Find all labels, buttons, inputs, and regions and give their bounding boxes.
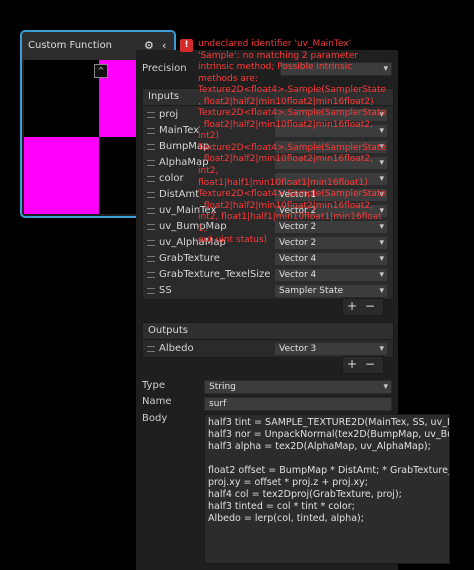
collapse-preview-button[interactable]: ^ [94, 64, 108, 78]
error-line: float1|half1|min10float1|min16float1) [198, 177, 368, 188]
input-row[interactable]: SS Sampler State [143, 282, 393, 298]
drag-handle-icon[interactable] [147, 240, 155, 246]
type-dropdown[interactable]: String [204, 380, 392, 394]
input-name[interactable]: proj [159, 109, 178, 120]
drag-handle-icon[interactable] [147, 144, 155, 150]
error-icon: ! [180, 39, 193, 52]
preview-tile [24, 60, 99, 137]
input-name[interactable]: MainTex [159, 125, 199, 136]
input-row[interactable]: GrabTexture_TexelSize Vector 4 [143, 266, 393, 282]
outputs-header: Outputs [143, 323, 393, 340]
drag-handle-icon[interactable] [147, 272, 155, 278]
name-label: Name [142, 396, 172, 407]
remove-output-button[interactable]: − [361, 357, 379, 372]
error-line: Texture2D<float4>.Sample(SamplerState [198, 85, 387, 96]
input-name[interactable]: GrabTexture [159, 253, 220, 264]
body-code-editor[interactable]: half3 tint = SAMPLE_TEXTURE2D(MainTex, S… [204, 414, 450, 564]
input-type-dropdown[interactable]: Vector 4 [274, 252, 388, 266]
error-line: , float2|half2|min10float2|min16float2) [198, 96, 374, 107]
outputs-add-remove: + − [342, 356, 384, 374]
error-line: int2) [198, 131, 219, 142]
input-name[interactable]: GrabTexture_TexelSize [159, 269, 270, 280]
error-message: undeclared identifier 'uv_MainTex' 'Sampl… [198, 39, 386, 247]
add-input-button[interactable]: + [343, 299, 361, 314]
type-label: Type [142, 380, 165, 391]
drag-handle-icon[interactable] [147, 192, 155, 198]
body-label: Body [142, 413, 168, 424]
error-line: Texture2D<float4>.Sample(SamplerState [198, 189, 387, 200]
output-name[interactable]: Albedo [159, 343, 194, 354]
code-line: proj.xy = offset * proj.z + proj.xy; [208, 477, 368, 488]
drag-handle-icon[interactable] [147, 346, 155, 352]
drag-handle-icon[interactable] [147, 176, 155, 182]
name-input[interactable]: surf [204, 397, 392, 411]
drag-handle-icon[interactable] [147, 256, 155, 262]
error-line: , float2|half2|min10float2|min16float2, [198, 200, 373, 211]
precision-label: Precision [142, 63, 187, 74]
code-line: half4 col = tex2Dproj(GrabTexture, proj)… [208, 489, 402, 500]
error-line: out uint status) [198, 235, 268, 246]
drag-handle-icon[interactable] [147, 128, 155, 134]
code-line: Albedo = lerp(col, tinted, alpha); [208, 513, 364, 524]
output-type-dropdown[interactable]: Vector 3 [274, 342, 388, 356]
input-name[interactable]: DistAmt [159, 189, 199, 200]
code-line: half3 nor = UnpackNormal(tex2D(BumpMap, … [208, 429, 450, 440]
drag-handle-icon[interactable] [147, 288, 155, 294]
error-line: Texture2D<float4>.Sample(SamplerState [198, 142, 387, 153]
output-row[interactable]: Albedo Vector 3 [143, 340, 393, 356]
preview-tile [24, 137, 99, 214]
drag-handle-icon[interactable] [147, 224, 155, 230]
drag-handle-icon[interactable] [147, 112, 155, 118]
error-line: undeclared identifier 'uv_MainTex' [198, 39, 352, 49]
add-output-button[interactable]: + [343, 357, 361, 372]
outputs-panel: Outputs Albedo Vector 3 [142, 322, 394, 358]
inputs-add-remove: + − [342, 298, 384, 316]
error-line: , float2|half2|min10float2|min16float2, [198, 119, 373, 130]
drag-handle-icon[interactable] [147, 160, 155, 166]
input-type-dropdown[interactable]: Vector 4 [274, 268, 388, 282]
error-line: , float2|half2|min10float2|min16float2, [198, 154, 373, 165]
remove-input-button[interactable]: − [361, 299, 379, 314]
input-name[interactable]: SS [159, 285, 172, 296]
error-line: int2, float1|half1|min10float1|min16floa… [198, 212, 382, 234]
code-line: half3 tinted = col * tint * color; [208, 501, 355, 512]
node-title: Custom Function [28, 40, 113, 51]
input-name[interactable]: color [159, 173, 184, 184]
input-row[interactable]: GrabTexture Vector 4 [143, 250, 393, 266]
error-line: int2, [198, 166, 219, 177]
error-line: Texture2D<float4>.Sample(SamplerState [198, 108, 387, 119]
input-type-dropdown[interactable]: Sampler State [274, 284, 388, 298]
drag-handle-icon[interactable] [147, 208, 155, 214]
code-line: half3 alpha = tex2D(AlphaMap, uv_AlphaMa… [208, 441, 431, 452]
error-line: intrinsic method; Possible intrinsic [198, 62, 353, 73]
error-line: 'Sample': no matching 2 parameter [198, 50, 359, 61]
code-line: float2 offset = BumpMap * DistAmt; * Gra… [208, 465, 450, 476]
error-line: methods are: [198, 73, 258, 84]
code-line: half3 tint = SAMPLE_TEXTURE2D(MainTex, S… [208, 417, 450, 428]
